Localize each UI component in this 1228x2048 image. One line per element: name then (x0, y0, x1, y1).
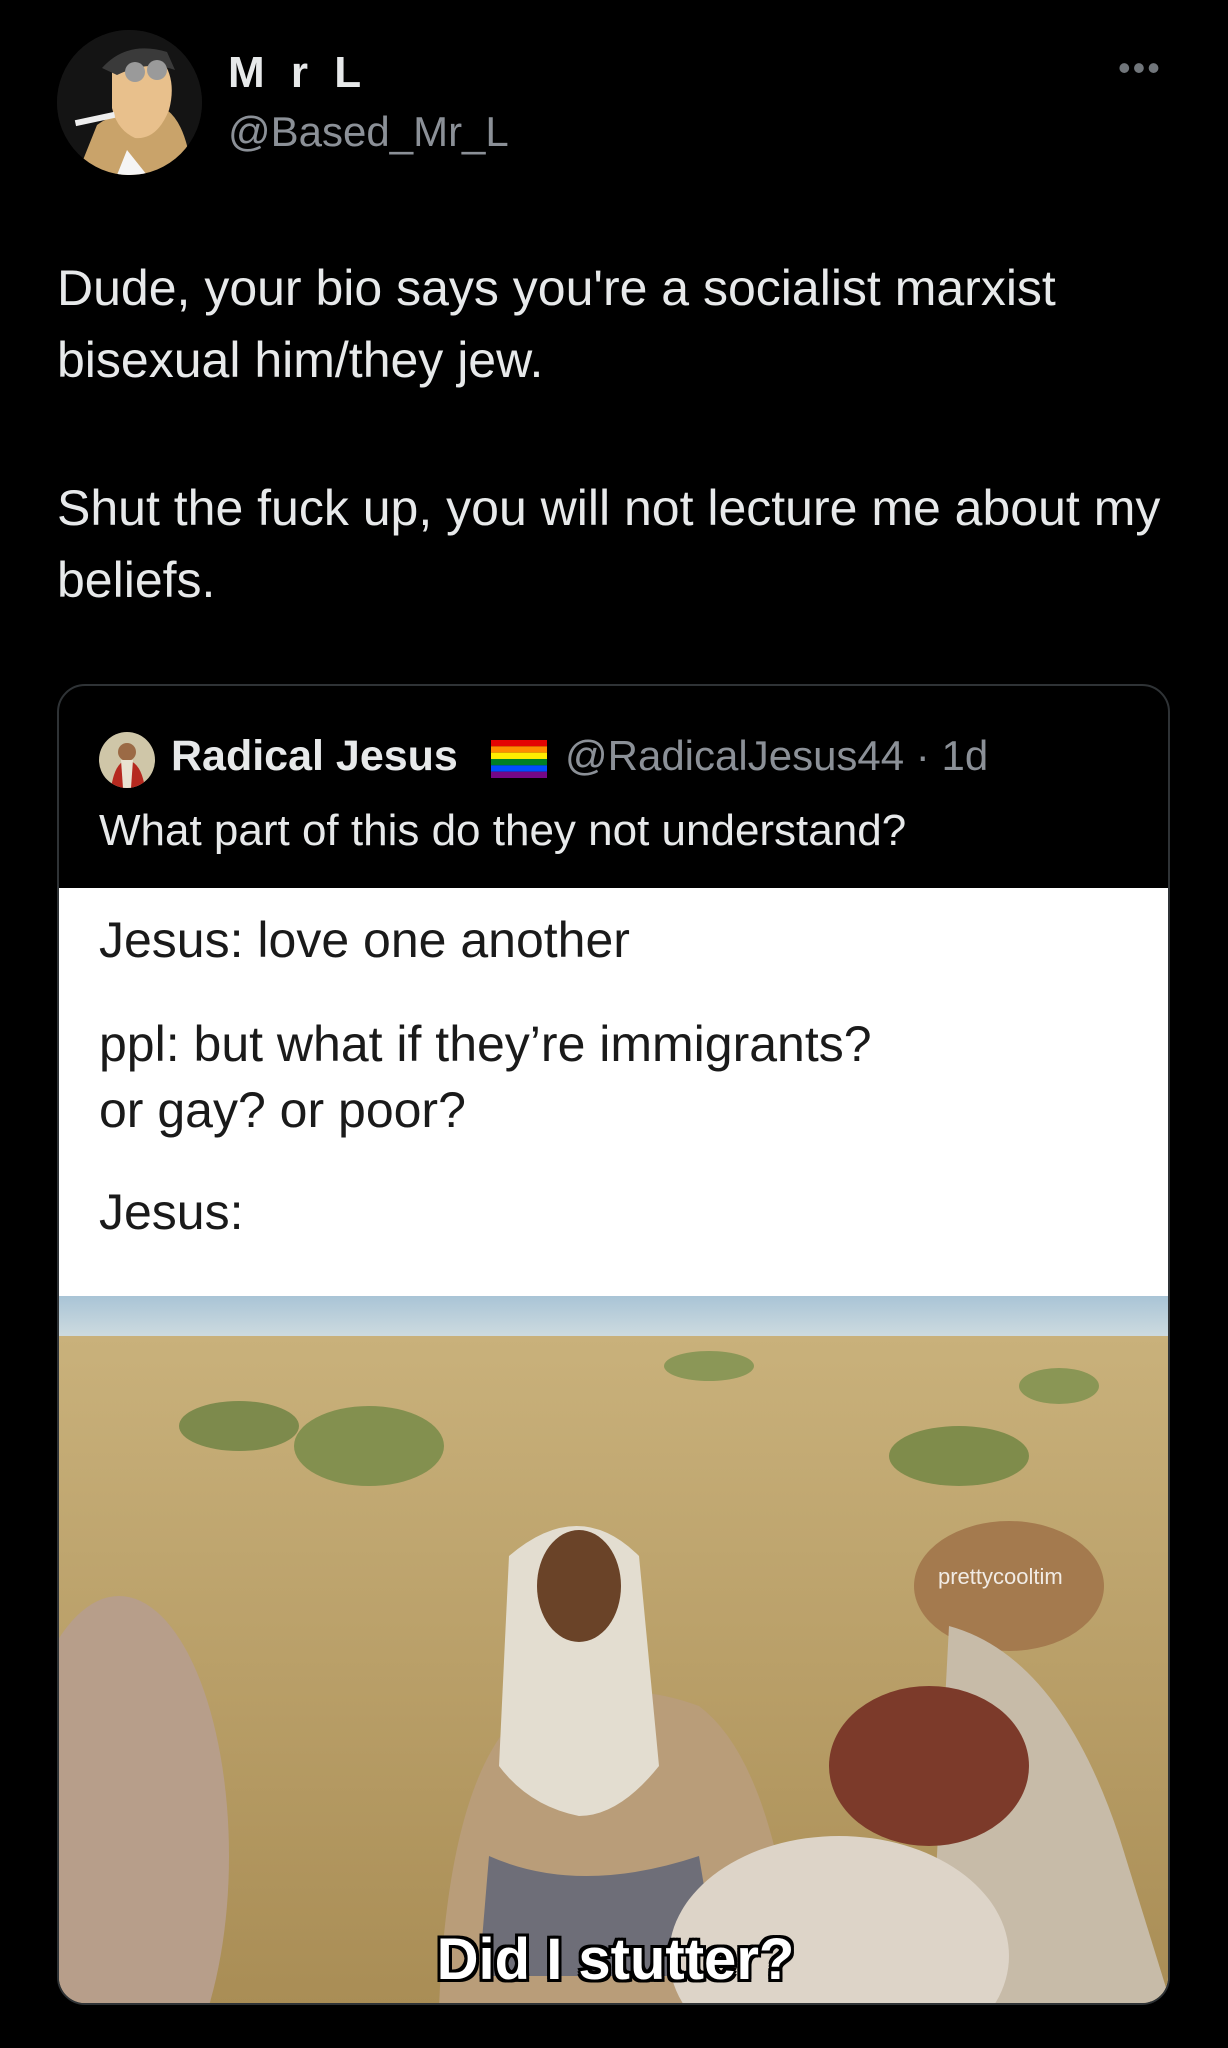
quoted-handle-time[interactable]: @RadicalJesus44 · 1d (565, 732, 988, 780)
meme-line-4: Jesus: (99, 1184, 244, 1240)
author-name[interactable]: M r L (228, 48, 368, 98)
meme-line-2: ppl: but what if they’re immigrants? (99, 1016, 872, 1072)
author-avatar[interactable] (57, 30, 202, 175)
quoted-author-name[interactable]: Radical Jesus (171, 732, 458, 781)
quoted-tweet-text: What part of this do they not understand… (99, 806, 907, 855)
tweet: M r L @Based_Mr_L ••• Dude, your bio say… (0, 0, 1228, 2048)
meme-line-3: or gay? or poor? (99, 1082, 466, 1138)
quoted-tweet[interactable]: Radical Jesus @RadicalJesus44 · 1d What … (57, 684, 1170, 2005)
more-horizontal-icon[interactable]: ••• (1118, 50, 1162, 86)
quoted-author-avatar[interactable] (99, 732, 155, 788)
meme-image[interactable]: Jesus: love one another ppl: but what if… (59, 888, 1168, 2003)
author-handle[interactable]: @Based_Mr_L (228, 108, 509, 156)
meme-caption: Did I stutter? (436, 1927, 795, 1992)
rainbow-flag-icon (491, 740, 547, 778)
meme-photo: Did I stutter? (59, 1296, 1168, 2003)
meme-line-1: Jesus: love one another (99, 912, 630, 968)
tweet-text-paragraph-1: Dude, your bio says you're a socialist m… (57, 260, 1056, 388)
cartoon-man-avatar-icon (57, 30, 202, 175)
meme-watermark: prettycooltim (938, 1564, 1063, 1589)
jesus-avatar-icon (99, 732, 155, 788)
tweet-text-paragraph-2: Shut the fuck up, you will not lecture m… (57, 480, 1161, 608)
